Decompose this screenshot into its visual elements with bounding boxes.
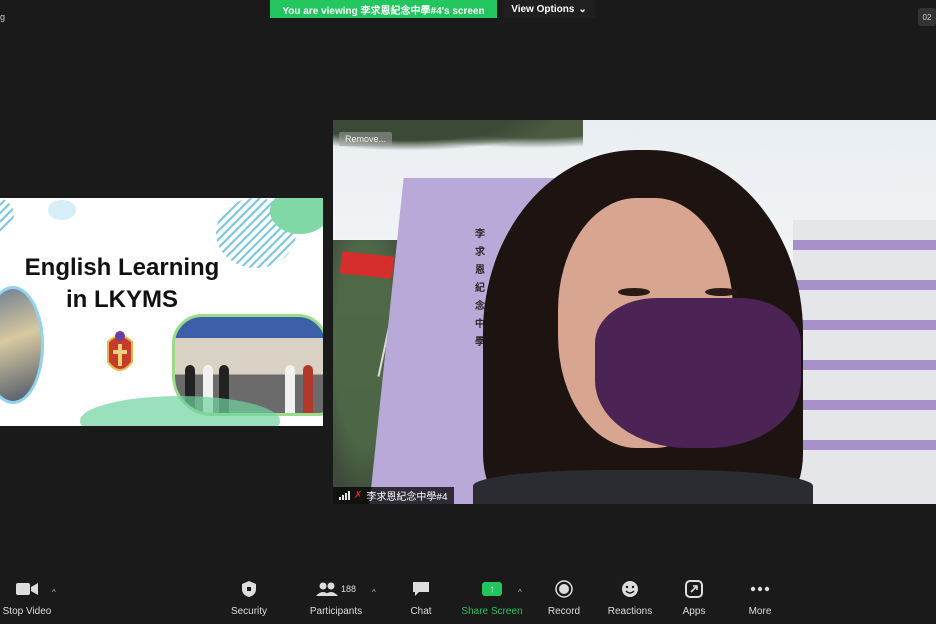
shared-screen-slide: English Learning in LKYMS: [0, 198, 323, 426]
reactions-button[interactable]: Reactions: [604, 578, 656, 624]
decor-circle: [0, 198, 14, 232]
stop-video-button[interactable]: Stop Video: [2, 578, 52, 624]
top-right-indicator[interactable]: 02: [918, 8, 936, 26]
remove-background-label[interactable]: Remove...: [339, 132, 393, 146]
slide-title: English Learning in LKYMS: [12, 252, 232, 316]
share-options-caret[interactable]: ^: [518, 588, 522, 597]
view-options-label: View Options: [511, 3, 575, 15]
participants-button[interactable]: 188 Participants: [306, 578, 366, 624]
slide-title-line1: English Learning: [24, 254, 220, 281]
participant-video-tile[interactable]: 李求恩紀念中學 Remove... ✗ 李求恩紀念中學#4: [333, 120, 936, 504]
participant-name-tag: ✗ 李求恩紀念中學#4: [333, 487, 454, 504]
school-crest-icon: [107, 331, 133, 371]
security-button[interactable]: Security: [228, 578, 270, 624]
viewing-screen-banner: You are viewing 李求恩紀念中學#4's screen: [270, 0, 497, 18]
chat-bubble-icon: [413, 582, 429, 596]
signal-bars-icon: [339, 491, 350, 500]
view-options-button[interactable]: View Options ⌄: [503, 0, 595, 18]
chat-label: Chat: [410, 606, 432, 617]
record-button[interactable]: Record: [544, 578, 584, 624]
meeting-timer-fragment: g: [0, 12, 6, 22]
decor-blob: [48, 200, 76, 220]
share-screen-button[interactable]: ↑ Share Screen: [460, 578, 524, 624]
shield-icon: [242, 581, 256, 597]
participant-count: 188: [340, 584, 357, 594]
record-label: Record: [547, 606, 581, 617]
participants-options-caret[interactable]: ^: [372, 588, 376, 597]
eye: [705, 288, 737, 296]
reactions-label: Reactions: [607, 606, 653, 617]
person-shirt: [473, 470, 813, 504]
security-label: Security: [230, 606, 268, 617]
chat-button[interactable]: Chat: [404, 578, 438, 624]
record-icon: [555, 580, 573, 598]
video-options-caret[interactable]: ^: [52, 588, 56, 597]
mic-muted-icon: ✗: [354, 490, 363, 501]
apps-label: Apps: [682, 606, 706, 617]
participants-icon: [315, 582, 338, 596]
school-building-right: [793, 220, 936, 504]
participant-name: 李求恩紀念中學#4: [366, 492, 448, 503]
more-button[interactable]: More: [742, 578, 778, 624]
face-mask: [595, 298, 801, 448]
participants-label: Participants: [309, 606, 363, 617]
slide-title-line2: in LKYMS: [66, 286, 178, 313]
more-label: More: [748, 606, 772, 617]
share-screen-arrow-icon: ↑: [482, 582, 502, 596]
more-dots-icon: [750, 586, 770, 592]
smiley-icon: [622, 581, 638, 597]
stop-video-label: Stop Video: [2, 606, 52, 617]
meeting-toolbar: Stop Video ^ Security 188 Participants ^…: [0, 578, 936, 624]
apps-icon: [685, 580, 703, 598]
share-screen-label: Share Screen: [461, 606, 523, 617]
eye: [618, 288, 650, 296]
apps-button[interactable]: Apps: [678, 578, 710, 624]
video-camera-icon: [16, 583, 38, 595]
chevron-down-icon: ⌄: [578, 3, 587, 15]
